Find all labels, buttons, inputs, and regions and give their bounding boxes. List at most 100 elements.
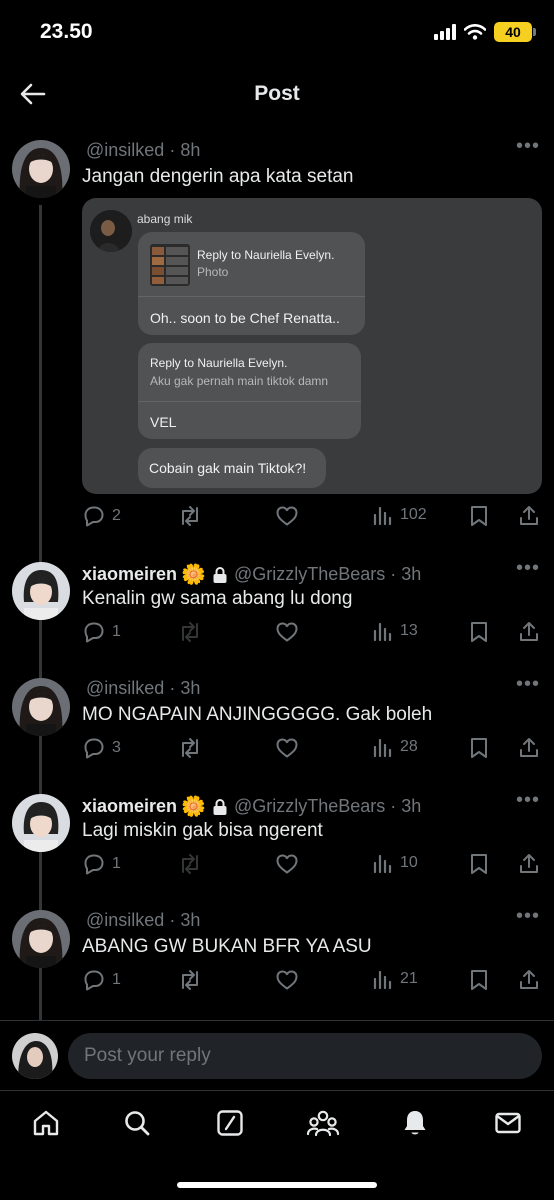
like-button[interactable]	[275, 620, 299, 644]
views-button[interactable]: 21	[372, 968, 418, 990]
avatar[interactable]	[12, 678, 70, 736]
handle[interactable]: @insilked	[86, 140, 164, 161]
avatar[interactable]	[12, 794, 70, 852]
display-name[interactable]: xiaomeiren	[82, 796, 177, 817]
repost-button[interactable]	[178, 736, 202, 760]
home-indicator[interactable]	[177, 1182, 377, 1188]
bookmark-icon	[471, 738, 487, 758]
tab-notifications[interactable]	[395, 1105, 435, 1141]
reply-button[interactable]: 1	[82, 968, 121, 992]
like-button[interactable]	[275, 736, 299, 760]
like-icon	[276, 854, 298, 874]
views-icon	[373, 970, 392, 990]
reply-count: 2	[112, 507, 121, 524]
share-button[interactable]	[517, 852, 541, 876]
views-button[interactable]: 102	[372, 504, 427, 526]
reply-preview: Photo	[197, 265, 229, 279]
handle[interactable]: @insilked	[86, 678, 164, 699]
post-header: xiaomeiren 🌼 @GrizzlyTheBears · 3h	[82, 562, 421, 587]
handle[interactable]: @GrizzlyTheBears	[234, 564, 385, 585]
separator-dot: ·	[164, 910, 181, 930]
media-image[interactable]: abang mik Reply to Nauriella Evelyn. Pho…	[82, 198, 542, 494]
status-time: 23.50	[40, 20, 93, 43]
chat-bubble: Reply to Nauriella Evelyn. Aku gak perna…	[138, 343, 361, 439]
lock-icon	[213, 566, 227, 583]
bookmark-button[interactable]	[468, 620, 490, 644]
bubble-divider	[138, 296, 365, 297]
bubble-divider	[138, 401, 361, 402]
tab-search[interactable]	[117, 1105, 157, 1141]
tab-messages[interactable]	[488, 1105, 528, 1141]
post[interactable]: xiaomeiren 🌼 @GrizzlyTheBears · 3h ••• L…	[0, 790, 554, 894]
more-icon[interactable]: •••	[516, 906, 540, 926]
reply-count: 1	[112, 971, 121, 988]
post[interactable]: xiaomeiren 🌼 @GrizzlyTheBears · 3h ••• K…	[0, 558, 554, 662]
post-text: Jangan dengerin apa kata setan	[82, 166, 354, 187]
share-button[interactable]	[517, 736, 541, 760]
separator-dot: ·	[164, 678, 181, 698]
like-button[interactable]	[275, 504, 299, 528]
timestamp: 8h	[180, 140, 201, 160]
post[interactable]: @insilked · 3h ••• ABANG GW BUKAN BFR YA…	[0, 906, 554, 1010]
tab-home[interactable]	[26, 1105, 66, 1141]
reply-count: 1	[112, 623, 121, 640]
avatar[interactable]	[12, 910, 70, 968]
reply-icon	[84, 506, 104, 527]
reply-button[interactable]: 1	[82, 620, 121, 644]
post-header: @insilked · 3h	[82, 678, 200, 699]
like-button[interactable]	[275, 852, 299, 876]
share-button[interactable]	[517, 504, 541, 528]
share-button[interactable]	[517, 620, 541, 644]
views-button[interactable]: 10	[372, 852, 418, 874]
tab-communities[interactable]	[303, 1105, 343, 1141]
repost-button[interactable]	[178, 504, 202, 528]
post[interactable]: @insilked · 8h ••• Jangan dengerin apa k…	[0, 136, 554, 540]
more-icon[interactable]: •••	[516, 136, 540, 156]
repost-button[interactable]	[178, 620, 202, 644]
share-icon	[520, 970, 538, 989]
my-avatar[interactable]	[12, 1033, 58, 1079]
more-icon[interactable]: •••	[516, 790, 540, 810]
handle[interactable]: @insilked	[86, 910, 164, 931]
post-text: ABANG GW BUKAN BFR YA ASU	[82, 936, 372, 957]
share-icon	[520, 506, 538, 525]
action-bar: 1 21	[82, 968, 542, 996]
reply-button[interactable]: 2	[82, 504, 121, 528]
display-name[interactable]: xiaomeiren	[82, 564, 177, 585]
bookmark-button[interactable]	[468, 852, 490, 876]
bookmark-icon	[471, 970, 487, 990]
bookmark-button[interactable]	[468, 968, 490, 992]
more-icon[interactable]: •••	[516, 558, 540, 578]
handle[interactable]: @GrizzlyTheBears	[234, 796, 385, 817]
reply-to-label: Reply to Nauriella Evelyn.	[150, 356, 288, 370]
post[interactable]: @insilked · 3h ••• MO NGAPAIN ANJINGGGGG…	[0, 674, 554, 778]
share-button[interactable]	[517, 968, 541, 992]
timestamp: 3h	[180, 910, 201, 930]
bookmark-icon	[471, 622, 487, 642]
bookmark-button[interactable]	[468, 736, 490, 760]
views-button[interactable]: 28	[372, 736, 418, 758]
reply-icon	[84, 738, 104, 759]
views-button[interactable]: 13	[372, 620, 418, 642]
tab-grok[interactable]	[210, 1105, 250, 1141]
chat-message: VEL	[150, 414, 177, 430]
post-text: Kenalin gw sama abang lu dong	[82, 588, 353, 609]
page-title: Post	[254, 82, 300, 105]
chat-avatar	[90, 210, 132, 252]
more-icon[interactable]: •••	[516, 674, 540, 694]
reply-input[interactable]	[68, 1033, 542, 1079]
like-icon	[276, 738, 298, 758]
avatar[interactable]	[12, 140, 70, 198]
avatar[interactable]	[12, 562, 70, 620]
views-icon	[373, 738, 392, 758]
bookmark-button[interactable]	[468, 504, 490, 528]
like-button[interactable]	[275, 968, 299, 992]
chat-sender-name: abang mik	[137, 212, 193, 226]
reply-button[interactable]: 3	[82, 736, 121, 760]
views-icon	[373, 622, 392, 642]
repost-button[interactable]	[178, 968, 202, 992]
reply-to-label: Reply to Nauriella Evelyn.	[197, 248, 335, 262]
share-icon	[520, 854, 538, 873]
reply-button[interactable]: 1	[82, 852, 121, 876]
repost-button[interactable]	[178, 852, 202, 876]
